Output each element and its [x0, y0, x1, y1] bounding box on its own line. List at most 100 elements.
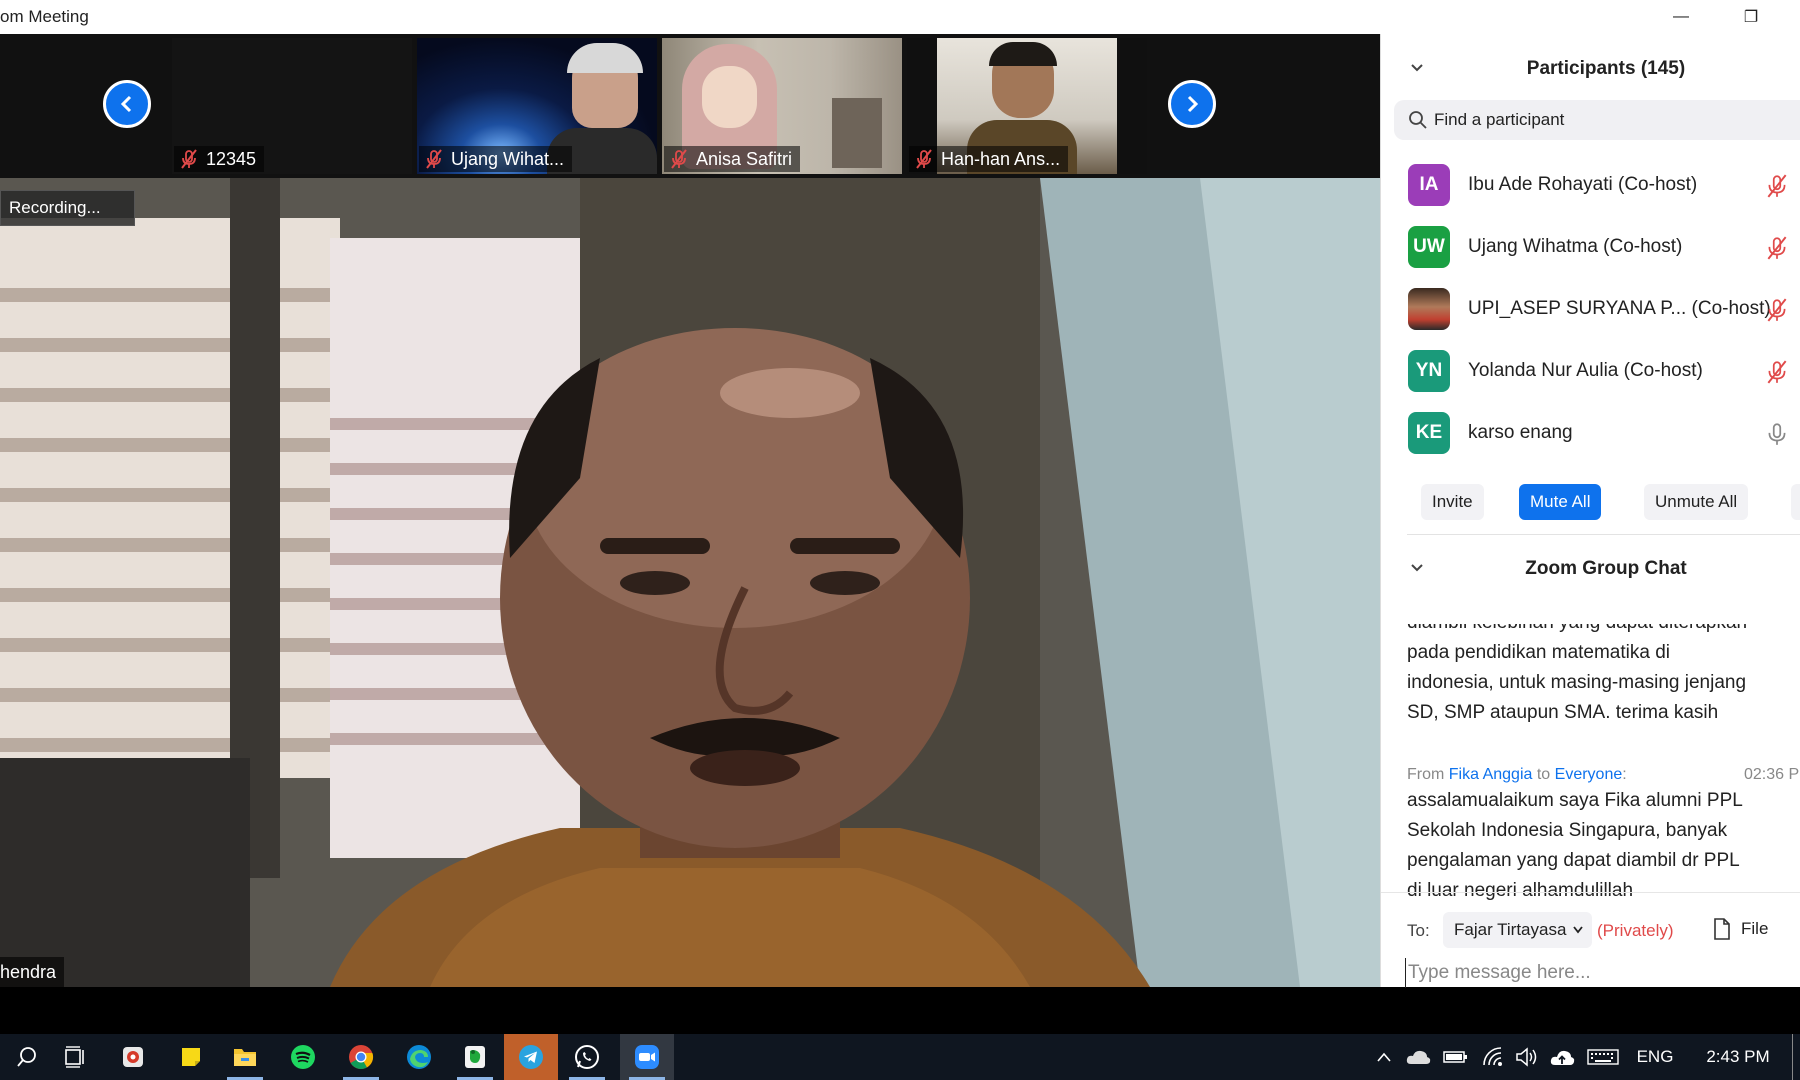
thumbnail-name: Ujang Wihat...: [451, 148, 565, 169]
panel-divider: [1407, 534, 1800, 535]
speaker-name: hendra: [0, 961, 57, 982]
mic-muted-icon[interactable]: [1765, 173, 1789, 199]
file-button[interactable]: File: [1713, 918, 1768, 940]
mic-off-icon: [426, 149, 442, 169]
video-area: 12345 Ujang Wihat... Anisa Safitri Han-h…: [0, 34, 1380, 987]
taskbar-app-button[interactable]: [620, 1034, 674, 1080]
mic-off-icon: [181, 149, 197, 169]
chat-message-input[interactable]: [1405, 958, 1785, 988]
search-placeholder: Find a participant: [1434, 110, 1565, 129]
onedrive-tray-button[interactable]: [1402, 1034, 1434, 1080]
mic-muted-icon[interactable]: [1765, 235, 1789, 261]
battery-tray-button[interactable]: [1440, 1034, 1472, 1080]
avatar: IA: [1408, 164, 1450, 206]
thumbnail-name-tag: Ujang Wihat...: [419, 146, 573, 172]
participant-thumbnail[interactable]: 12345: [172, 38, 412, 174]
unmute-all-button[interactable]: Unmute All: [1644, 484, 1749, 520]
chevron-left-icon: [120, 95, 132, 113]
whatsapp-icon: [575, 1045, 599, 1069]
participant-row[interactable]: IA Ibu Ade Rohayati (Co-host): [1381, 154, 1800, 216]
taskbar-app-button[interactable]: [560, 1034, 614, 1080]
previous-page-button[interactable]: [103, 80, 151, 128]
speaker-video-feed: [0, 178, 1380, 987]
keyboard-icon: [1587, 1049, 1619, 1065]
volume-tray-button[interactable]: [1512, 1034, 1542, 1080]
search-icon: [17, 1047, 36, 1067]
cloud-icon: [1406, 1050, 1431, 1064]
participants-header: Participants (145): [1381, 44, 1800, 94]
avatar: YN: [1408, 350, 1450, 392]
mute-all-button[interactable]: Mute All: [1519, 484, 1602, 520]
restore-button[interactable]: ❐: [1728, 0, 1774, 34]
show-desktop-button[interactable]: [1792, 1034, 1800, 1080]
keyboard-tray-button[interactable]: [1584, 1034, 1622, 1080]
collapse-chat-icon[interactable]: [1409, 560, 1425, 576]
unmute-all-label: Unmute All: [1655, 492, 1738, 511]
chat-messages[interactable]: diambil kelebihan yang dapat diterapkan …: [1381, 624, 1800, 902]
sender-link[interactable]: Fika Anggia: [1449, 766, 1533, 783]
participant-name: karso enang: [1468, 422, 1573, 443]
taskbar-app-button[interactable]: [334, 1034, 388, 1080]
mic-muted-icon[interactable]: [1765, 297, 1789, 323]
recipient-dropdown[interactable]: Fajar Tirtayasa: [1443, 912, 1593, 948]
wifi-icon: [1483, 1047, 1502, 1066]
participant-list: IA Ibu Ade Rohayati (Co-host) UW Ujang W…: [1381, 154, 1800, 464]
restore-icon: ❐: [1743, 9, 1759, 26]
participant-thumbnail[interactable]: Han-han Ans...: [907, 38, 1147, 174]
chat-divider: [1381, 892, 1800, 893]
participant-row[interactable]: UW Ujang Wihatma (Co-host): [1381, 216, 1800, 278]
taskbar-app-button[interactable]: [218, 1034, 272, 1080]
side-panel: Participants (145) Find a participant IA…: [1380, 34, 1800, 988]
taskbar-app-button[interactable]: [504, 1034, 558, 1080]
taskbar-app-button[interactable]: [448, 1034, 502, 1080]
chat-message-line: SD, SMP ataupun SMA. terima kasih: [1407, 702, 1719, 723]
taskbar-app-button[interactable]: [164, 1034, 218, 1080]
recording-label: Recording...: [9, 198, 101, 217]
avatar: UW: [1408, 226, 1450, 268]
participant-row[interactable]: KE karso enang: [1381, 402, 1800, 464]
avatar-photo: [1408, 288, 1450, 330]
show-hidden-icons-button[interactable]: [1370, 1034, 1398, 1080]
minimize-button[interactable]: —: [1658, 0, 1704, 34]
cloud-upload-icon: [1550, 1050, 1575, 1065]
clock[interactable]: 2:43 PM: [1688, 1034, 1788, 1080]
privately-label: (Privately): [1597, 921, 1674, 940]
spotify-icon: [291, 1045, 315, 1069]
more-button[interactable]: [1791, 484, 1800, 520]
chat-message-line: Sekolah Indonesia Singapura, banyak: [1407, 820, 1728, 841]
edge-icon: [407, 1045, 431, 1069]
mute-all-label: Mute All: [1530, 492, 1591, 511]
chat-message-line: assalamualaikum saya Fika alumni PPL: [1407, 790, 1743, 811]
participant-thumbnail[interactable]: Anisa Safitri: [662, 38, 902, 174]
mic-off-icon: [671, 149, 687, 169]
taskbar-app-button[interactable]: [106, 1034, 160, 1080]
cloud-upload-tray-button[interactable]: [1546, 1034, 1578, 1080]
recipient-link[interactable]: Everyone: [1555, 766, 1623, 783]
participant-row[interactable]: UPI_ASEP SURYANA P... (Co-host): [1381, 278, 1800, 340]
collapse-participants-icon[interactable]: [1409, 60, 1425, 76]
file-icon: [1714, 918, 1730, 940]
zoom-icon: [635, 1045, 659, 1069]
from-prefix: From: [1407, 766, 1445, 783]
wifi-tray-button[interactable]: [1478, 1034, 1508, 1080]
speaker-name-tag: hendra: [0, 957, 65, 987]
participant-thumbnail[interactable]: Ujang Wihat...: [417, 38, 657, 174]
chat-recipient-row: To: Fajar Tirtayasa (Privately) File: [1381, 912, 1800, 948]
search-taskbar-button[interactable]: [0, 1034, 54, 1080]
language-indicator[interactable]: ENG: [1630, 1034, 1680, 1080]
next-page-button[interactable]: [1168, 80, 1216, 128]
mic-muted-icon[interactable]: [1765, 359, 1789, 385]
active-speaker-video[interactable]: Recording... hendra: [0, 178, 1380, 987]
participants-title: Participants (145): [1526, 58, 1686, 79]
evernote-icon: [465, 1046, 485, 1068]
participant-search[interactable]: Find a participant: [1394, 100, 1800, 140]
task-view-button[interactable]: [48, 1034, 102, 1080]
mic-icon[interactable]: [1765, 421, 1789, 447]
taskbar-app-button[interactable]: [392, 1034, 446, 1080]
participant-actions: Invite Mute All Unmute All: [1381, 474, 1800, 520]
invite-button[interactable]: Invite: [1421, 484, 1484, 520]
taskbar-app-button[interactable]: [276, 1034, 330, 1080]
chat-message-line: pengalaman yang dapat diambil dr PPL: [1407, 850, 1740, 871]
invite-label: Invite: [1432, 492, 1473, 511]
participant-row[interactable]: YN Yolanda Nur Aulia (Co-host): [1381, 340, 1800, 402]
